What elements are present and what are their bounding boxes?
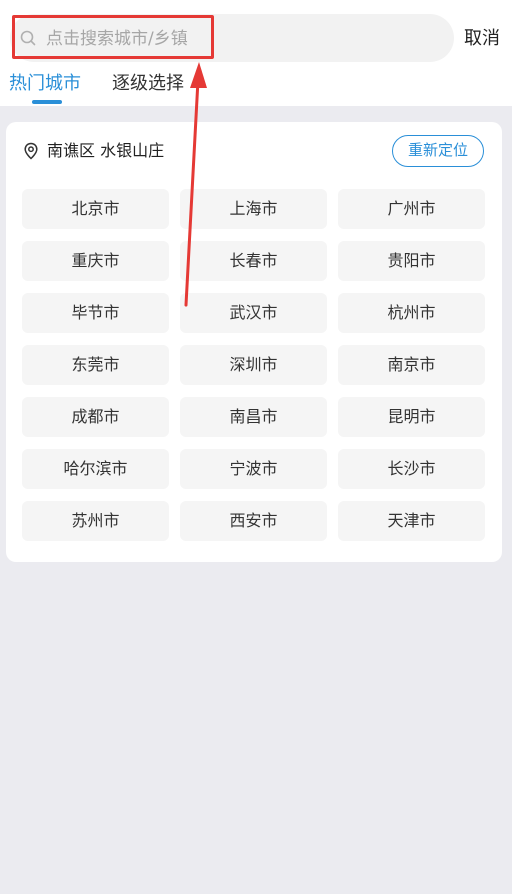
city-button[interactable]: 北京市 xyxy=(22,189,169,229)
city-button[interactable]: 重庆市 xyxy=(22,241,169,281)
city-button[interactable]: 西安市 xyxy=(180,501,327,541)
tab-level-select[interactable]: 逐级选择 xyxy=(112,71,184,97)
city-button[interactable]: 南昌市 xyxy=(180,397,327,437)
search-icon xyxy=(20,30,36,46)
city-button[interactable]: 武汉市 xyxy=(180,293,327,333)
active-tab-indicator xyxy=(32,100,62,104)
city-button[interactable]: 贵阳市 xyxy=(338,241,485,281)
city-button[interactable]: 毕节市 xyxy=(22,293,169,333)
current-location: 南谯区 水银山庄 xyxy=(47,141,165,160)
city-button[interactable]: 广州市 xyxy=(338,189,485,229)
city-button[interactable]: 长春市 xyxy=(180,241,327,281)
tab-hot-cities[interactable]: 热门城市 xyxy=(9,71,81,97)
city-button[interactable]: 深圳市 xyxy=(180,345,327,385)
search-input[interactable] xyxy=(46,26,236,52)
relocate-button[interactable]: 重新定位 xyxy=(392,135,484,167)
city-button[interactable]: 天津市 xyxy=(338,501,485,541)
location-pin-icon xyxy=(24,142,38,160)
city-button[interactable]: 成都市 xyxy=(22,397,169,437)
cancel-button[interactable]: 取消 xyxy=(464,26,500,52)
city-button[interactable]: 南京市 xyxy=(338,345,485,385)
city-button[interactable]: 上海市 xyxy=(180,189,327,229)
city-button[interactable]: 昆明市 xyxy=(338,397,485,437)
city-button[interactable]: 长沙市 xyxy=(338,449,485,489)
city-button[interactable]: 东莞市 xyxy=(22,345,169,385)
city-card xyxy=(6,122,502,562)
city-button[interactable]: 苏州市 xyxy=(22,501,169,541)
city-button[interactable]: 宁波市 xyxy=(180,449,327,489)
city-button[interactable]: 哈尔滨市 xyxy=(22,449,169,489)
city-button[interactable]: 杭州市 xyxy=(338,293,485,333)
